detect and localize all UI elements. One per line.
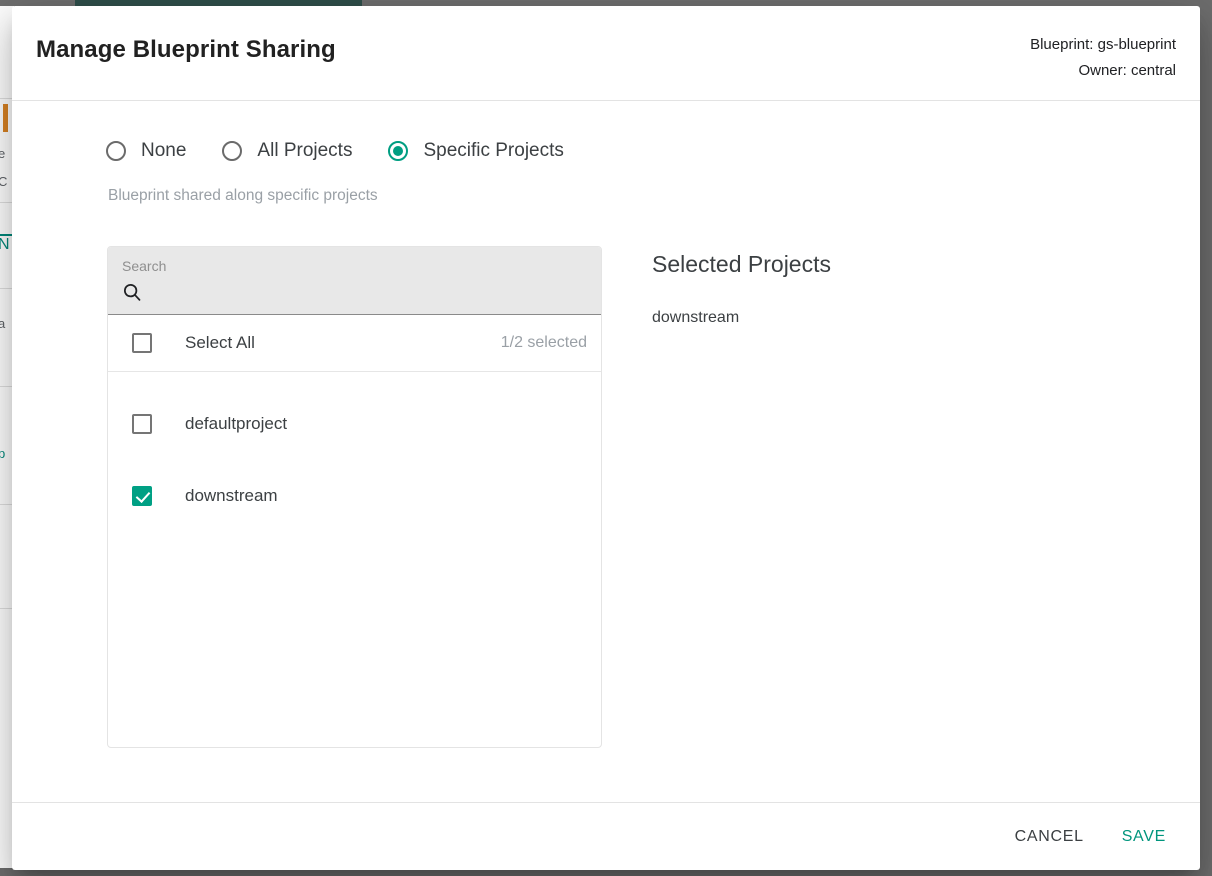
list-item[interactable]: defaultproject xyxy=(108,388,601,460)
background-text-fragment: a xyxy=(0,316,6,331)
radio-label-all-projects: All Projects xyxy=(257,140,353,161)
selected-projects-panel: Selected Projects downstream xyxy=(652,251,1152,332)
radio-option-specific-projects[interactable]: Specific Projects xyxy=(378,131,564,171)
radio-unchecked-icon xyxy=(222,141,243,161)
list-item[interactable]: downstream xyxy=(108,460,601,532)
radio-none-hitbox[interactable] xyxy=(96,131,136,171)
radio-unchecked-icon xyxy=(106,141,126,161)
project-list: defaultproject downstream xyxy=(108,372,601,532)
radio-option-none[interactable]: None xyxy=(96,131,186,171)
project-name-label: downstream xyxy=(185,486,278,505)
search-input[interactable] xyxy=(152,277,582,307)
save-button[interactable]: SAVE xyxy=(1108,819,1180,855)
background-text-fragment: N xyxy=(0,236,10,253)
checkbox-checked-icon xyxy=(132,486,152,506)
select-all-row[interactable]: Select All 1/2 selected xyxy=(108,315,601,372)
background-text-fragment: e xyxy=(0,146,6,161)
project-picker-panel: Search Select All 1/2 selected defaultpr… xyxy=(107,246,602,748)
dialog-body: None All Projects Specific Projects Blue… xyxy=(12,101,1200,802)
page-title: Manage Blueprint Sharing xyxy=(36,36,336,63)
sharing-mode-radio-group: None All Projects Specific Projects xyxy=(96,131,590,171)
sharing-mode-hint: Blueprint shared along specific projects xyxy=(108,187,378,204)
selected-projects-title: Selected Projects xyxy=(652,251,831,277)
search-label: Search xyxy=(122,258,167,274)
radio-checked-icon xyxy=(388,141,409,161)
project-checkbox-hitbox-downstream[interactable] xyxy=(122,476,162,516)
background-text-fragment: C xyxy=(0,174,8,189)
dialog-header: Manage Blueprint Sharing Blueprint: gs-b… xyxy=(12,6,1200,101)
project-name-label: defaultproject xyxy=(185,414,288,433)
background-text-fragment: p xyxy=(0,446,6,461)
select-all-label: Select All xyxy=(185,333,255,352)
radio-label-specific-projects: Specific Projects xyxy=(423,140,564,161)
blueprint-name-label: Blueprint: gs-blueprint xyxy=(1030,36,1176,53)
selected-project-item: downstream xyxy=(652,309,740,326)
project-checkbox-hitbox-defaultproject[interactable] xyxy=(122,404,162,444)
selected-count-label: 1/2 selected xyxy=(500,334,587,351)
dialog-footer: CANCEL SAVE xyxy=(12,802,1200,870)
cancel-button[interactable]: CANCEL xyxy=(1001,819,1098,855)
radio-option-all-projects[interactable]: All Projects xyxy=(212,131,352,171)
manage-blueprint-sharing-dialog: Manage Blueprint Sharing Blueprint: gs-b… xyxy=(12,6,1200,870)
select-all-checkbox-hitbox[interactable] xyxy=(122,323,162,363)
radio-label-none: None xyxy=(141,140,187,161)
search-field[interactable]: Search xyxy=(108,247,601,315)
background-accent-bar xyxy=(3,104,8,132)
blueprint-owner-label: Owner: central xyxy=(1078,62,1176,79)
checkbox-unchecked-icon xyxy=(132,414,152,434)
blueprint-meta: Blueprint: gs-blueprint Owner: central xyxy=(1030,32,1176,84)
search-icon xyxy=(121,281,143,303)
checkbox-unchecked-icon xyxy=(132,333,152,353)
radio-specific-projects-hitbox[interactable] xyxy=(378,131,418,171)
radio-all-projects-hitbox[interactable] xyxy=(212,131,252,171)
